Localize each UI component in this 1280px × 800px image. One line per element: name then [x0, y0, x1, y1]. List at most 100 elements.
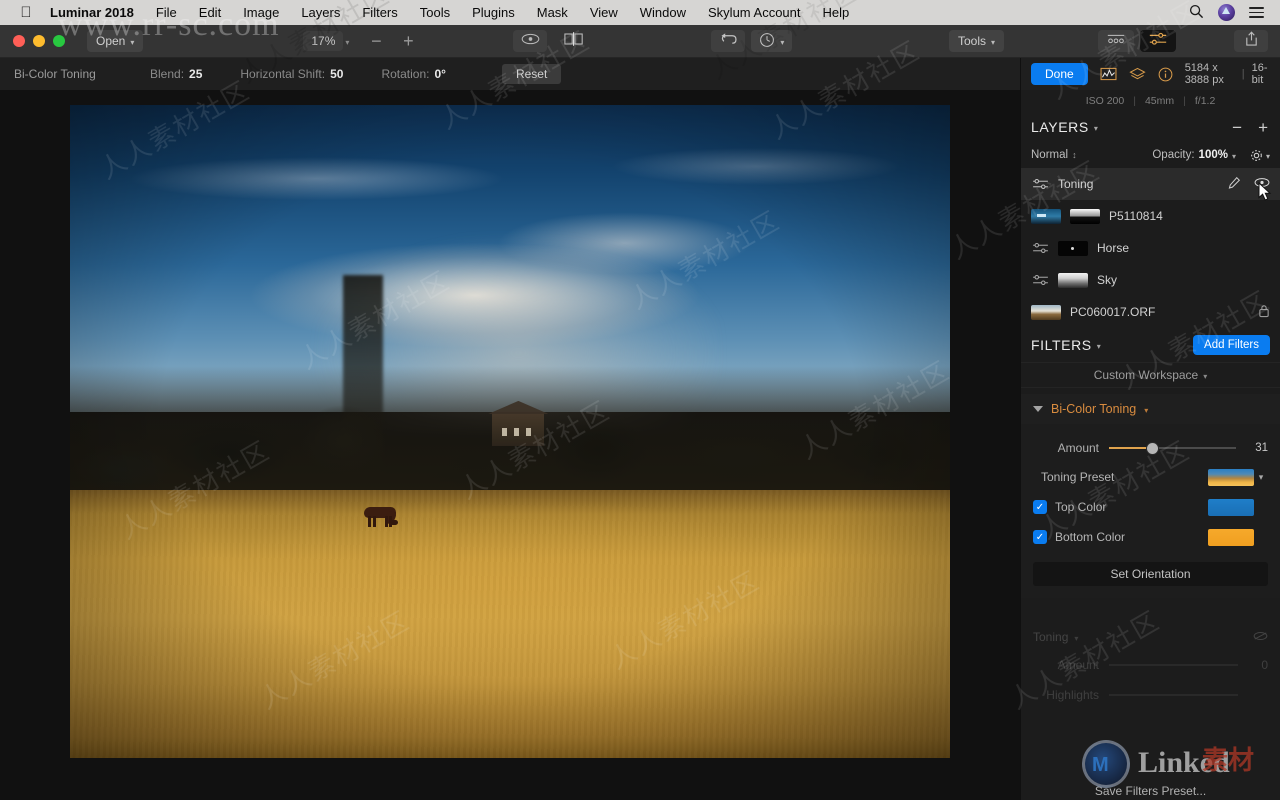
photo-preview[interactable]	[70, 105, 950, 758]
menu-item-image[interactable]: Image	[232, 0, 290, 25]
menu-item-layers[interactable]: Layers	[290, 0, 351, 25]
share-button[interactable]	[1234, 30, 1268, 52]
caret-down-icon[interactable]	[1033, 406, 1043, 412]
top-color-swatch[interactable]	[1208, 498, 1254, 516]
filter-bi-color-toning: Bi-Color Toning ▾ Amount 31 Toning Prese…	[1021, 394, 1280, 598]
menu-item-help[interactable]: Help	[812, 0, 861, 25]
undo-button[interactable]	[711, 30, 746, 52]
open-button[interactable]: Open ▾	[87, 30, 144, 52]
layer-mask-thumbnail	[1058, 272, 1088, 288]
menu-item-edit[interactable]: Edit	[188, 0, 232, 25]
chevron-down-icon[interactable]: ▾	[1094, 124, 1098, 133]
opacity-control[interactable]: Opacity: 100% ▾	[1152, 149, 1236, 161]
menu-item-window[interactable]: Window	[629, 0, 697, 25]
gear-icon	[1251, 149, 1262, 161]
layer-row-toning[interactable]: Toning	[1021, 168, 1280, 200]
preview-toggle-button[interactable]	[513, 30, 548, 52]
horizontal-shift-field[interactable]: Horizontal Shift: 50	[240, 67, 343, 81]
siri-icon[interactable]	[1218, 4, 1235, 21]
done-button[interactable]: Done	[1031, 63, 1088, 85]
presets-panel-button[interactable]	[1098, 30, 1134, 52]
brush-icon[interactable]	[1227, 176, 1241, 193]
photo-field-region	[70, 490, 950, 758]
share-export-icon	[1244, 30, 1259, 52]
amount-value: 31	[1255, 442, 1268, 454]
lock-icon[interactable]	[1258, 304, 1270, 321]
toning-preset-row[interactable]: Toning Preset ▾	[1033, 462, 1268, 492]
workspace-selector[interactable]: Custom Workspace ▾	[1021, 362, 1280, 388]
image-canvas[interactable]	[0, 90, 1020, 800]
amount-slider[interactable]	[1109, 441, 1236, 455]
menu-app-name[interactable]: Luminar 2018	[48, 0, 145, 25]
zoom-in-button[interactable]: +	[393, 30, 423, 52]
histogram-icon[interactable]	[1100, 67, 1117, 81]
chevron-down-icon: ▾	[1203, 371, 1208, 381]
exif-iso: ISO 200	[1085, 95, 1125, 107]
top-color-label: Top Color	[1055, 500, 1107, 514]
menu-item-mask[interactable]: Mask	[526, 0, 579, 25]
search-icon[interactable]	[1189, 4, 1204, 22]
adjust-panel-button[interactable]	[1140, 30, 1176, 52]
menu-item-view[interactable]: View	[579, 0, 629, 25]
zoom-controls: 17% ▾ − +	[303, 30, 423, 52]
compare-split-button[interactable]	[557, 30, 591, 52]
add-filters-button[interactable]: Add Filters	[1193, 335, 1270, 355]
dimmed-filter-header[interactable]: Toning ▾	[1033, 624, 1268, 650]
add-layer-button[interactable]: +	[1258, 119, 1268, 136]
adjustments-icon	[1031, 177, 1049, 192]
bottom-color-checkbox[interactable]: ✓	[1033, 530, 1047, 544]
slider-thumb[interactable]	[1146, 442, 1158, 454]
minimize-window-button[interactable]	[33, 35, 45, 47]
maximize-window-button[interactable]	[53, 35, 65, 47]
chevron-down-icon: ▾	[780, 37, 785, 47]
eye-icon	[521, 32, 540, 50]
opacity-label: Opacity:	[1152, 149, 1195, 161]
remove-layer-button[interactable]: −	[1232, 119, 1242, 136]
menu-item-file[interactable]: File	[145, 0, 188, 25]
chevron-down-icon[interactable]: ▾	[1144, 406, 1148, 415]
menu-item-plugins[interactable]: Plugins	[461, 0, 526, 25]
eye-icon[interactable]	[1253, 630, 1268, 644]
right-side-panel: Done 5184 x 3888 px | 16-bit ISO 200 | 4…	[1020, 58, 1280, 800]
layer-row-p5110814[interactable]: P5110814	[1021, 200, 1280, 232]
zoom-dropdown-chevron-icon[interactable]: ▾	[345, 38, 349, 47]
layer-name: P5110814	[1109, 209, 1163, 223]
zoom-level-value[interactable]: 17%	[303, 31, 344, 51]
blend-label: Blend:	[150, 67, 185, 81]
layer-settings-button[interactable]: ▾	[1250, 149, 1270, 162]
close-window-button[interactable]	[13, 35, 25, 47]
exif-sep-1: |	[1133, 95, 1136, 107]
control-center-icon[interactable]	[1249, 7, 1264, 18]
info-icon[interactable]	[1158, 67, 1173, 82]
chevron-down-icon[interactable]: ▾	[1097, 342, 1101, 351]
history-button[interactable]: ▾	[751, 30, 793, 52]
bottom-color-row[interactable]: ✓ Bottom Color	[1033, 522, 1268, 552]
zoom-out-button[interactable]: −	[361, 30, 391, 52]
chevron-down-icon[interactable]: ▾	[1254, 472, 1268, 483]
blend-field[interactable]: Blend: 25	[150, 67, 202, 81]
filter-header[interactable]: Bi-Color Toning ▾	[1021, 394, 1280, 424]
menu-item-skylum-account[interactable]: Skylum Account	[697, 0, 812, 25]
eye-icon[interactable]	[1254, 177, 1270, 191]
blend-mode-select[interactable]: Normal ↕	[1031, 149, 1077, 161]
save-filters-preset-button[interactable]: Save Filters Preset...	[1021, 784, 1280, 798]
apple-logo-icon[interactable]: 	[18, 5, 34, 20]
rotation-field[interactable]: Rotation: 0°	[381, 67, 446, 81]
set-orientation-button[interactable]: Set Orientation	[1033, 562, 1268, 586]
bottom-color-swatch[interactable]	[1208, 528, 1254, 546]
menu-item-tools[interactable]: Tools	[409, 0, 461, 25]
dimmed-slider-track	[1109, 694, 1238, 696]
filter-toning-dimmed: Toning ▾ Amount 0 Highlights	[1021, 624, 1280, 710]
menu-item-filters[interactable]: Filters	[351, 0, 408, 25]
slider-fill	[1109, 447, 1153, 449]
reset-button[interactable]: Reset	[501, 64, 562, 84]
top-color-checkbox[interactable]: ✓	[1033, 500, 1047, 514]
layer-row-horse[interactable]: Horse	[1021, 232, 1280, 264]
tools-button[interactable]: Tools ▾	[948, 30, 1004, 52]
layer-row-pc060017-orf[interactable]: PC060017.ORF	[1021, 296, 1280, 328]
layers-stack-icon[interactable]	[1129, 67, 1146, 82]
top-color-row[interactable]: ✓ Top Color	[1033, 492, 1268, 522]
toning-preset-swatch[interactable]	[1208, 468, 1254, 486]
toolbar-right-group: Tools ▾	[948, 30, 1280, 52]
layer-row-sky[interactable]: Sky	[1021, 264, 1280, 296]
